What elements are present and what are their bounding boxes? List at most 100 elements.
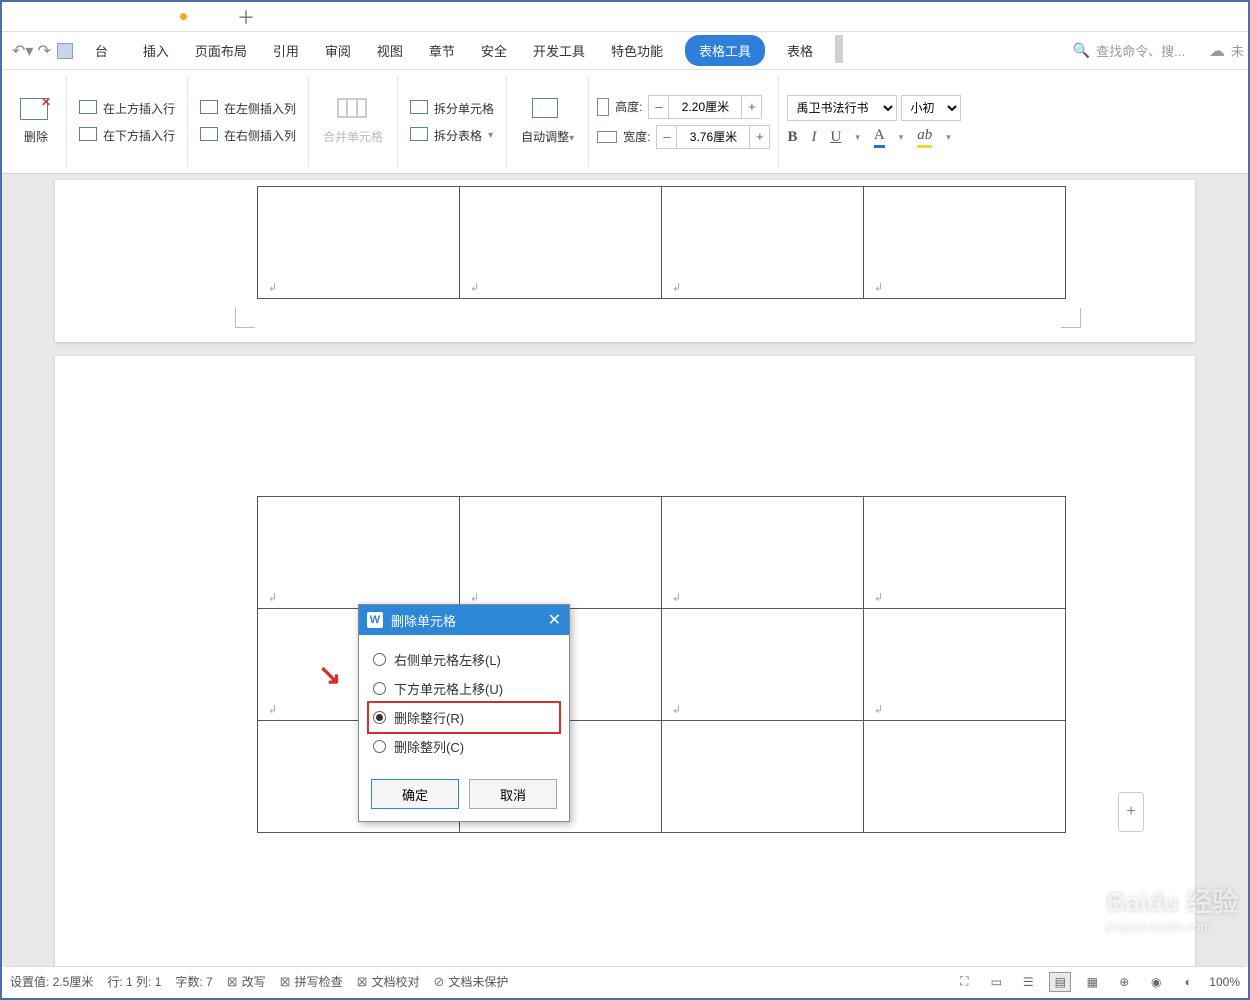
ribbon-group-dimensions: 高度: – + 宽度: – + xyxy=(589,76,779,167)
font-color-button[interactable]: A xyxy=(874,127,885,148)
split-table-button[interactable]: 拆分表格▾ xyxy=(406,125,498,146)
fullscreen-button[interactable]: ⛶ xyxy=(953,972,975,992)
delete-label: 删除 xyxy=(24,128,48,145)
ok-button[interactable]: 确定 xyxy=(371,779,459,809)
document-table-1[interactable]: ↲ ↲ ↲ ↲ xyxy=(257,186,1066,299)
height-decrease[interactable]: – xyxy=(649,96,669,118)
table-row[interactable]: ↲ ↲ ↲ ↲ xyxy=(258,187,1066,299)
table-cell[interactable] xyxy=(864,721,1066,833)
width-spinner[interactable]: – + xyxy=(656,125,770,149)
search-area[interactable]: 🔍 查找命令、搜... ☁ 未 xyxy=(1073,41,1244,61)
dialog-titlebar[interactable]: W 删除单元格 ✕ xyxy=(359,605,569,635)
insert-col-right-button[interactable]: 在右侧插入列 xyxy=(196,125,300,146)
bold-button[interactable]: B xyxy=(787,129,797,146)
height-input[interactable] xyxy=(669,100,741,114)
table-cell[interactable]: ↲ xyxy=(460,187,662,299)
delete-cells-dialog: W 删除单元格 ✕ 右侧单元格左移(L) 下方单元格上移(U) 删除整行(R) … xyxy=(358,604,570,822)
table-cell[interactable]: ↲ xyxy=(864,609,1066,721)
height-spinner[interactable]: – + xyxy=(648,95,762,119)
status-word-count[interactable]: 字数: 7 xyxy=(175,973,212,990)
dialog-title-text: 删除单元格 xyxy=(391,611,456,630)
status-row-col[interactable]: 行: 1 列: 1 xyxy=(107,973,161,990)
cloud-sync-icon[interactable]: ☁ xyxy=(1209,41,1225,61)
tab-insert[interactable]: 插入 xyxy=(139,35,173,66)
autofit-button[interactable]: 自动调整▾ xyxy=(515,94,580,149)
page-view-button[interactable]: ▤ xyxy=(1049,972,1071,992)
status-proofread[interactable]: ⊠文档校对 xyxy=(357,973,420,990)
table-cell[interactable]: ↲ xyxy=(662,187,864,299)
radio-delete-row[interactable]: 删除整行(R) xyxy=(367,701,561,734)
undo-button[interactable]: ↶▾ xyxy=(12,41,33,61)
radio-icon xyxy=(373,740,386,753)
table-cell[interactable]: ↲ xyxy=(864,187,1066,299)
zoom-level[interactable]: 100% xyxy=(1209,975,1240,989)
highlight-button[interactable]: ab xyxy=(917,127,932,148)
table-cell[interactable]: ↲ xyxy=(662,609,864,721)
ribbon-group-split: 拆分单元格 拆分表格▾ xyxy=(398,76,507,167)
tab-special[interactable]: 特色功能 xyxy=(607,35,667,66)
ribbon-group-font: 禹卫书法行书 小初 B I U▾ A▾ ab▾ xyxy=(779,76,969,167)
title-bar: ＋ xyxy=(2,2,1248,32)
annotation-arrow: ↘ xyxy=(318,658,341,691)
wps-icon: W xyxy=(367,612,383,628)
add-column-handle[interactable]: + xyxy=(1118,792,1144,832)
read-view-button[interactable]: ▭ xyxy=(985,972,1007,992)
italic-button[interactable]: I xyxy=(811,129,816,146)
status-position[interactable]: 设置值: 2.5厘米 xyxy=(10,973,93,990)
print-view-button[interactable]: ☰ xyxy=(1017,972,1039,992)
night-mode-button[interactable]: ◐ xyxy=(1177,972,1199,992)
split-cells-button[interactable]: 拆分单元格 xyxy=(406,98,498,119)
table-cell[interactable]: ↲ xyxy=(258,497,460,609)
close-button[interactable]: ✕ xyxy=(548,610,561,630)
underline-button[interactable]: U xyxy=(830,129,841,146)
radio-shift-left[interactable]: 右侧单元格左移(L) xyxy=(371,645,557,674)
tab-table-tools[interactable]: 表格工具 xyxy=(685,35,765,66)
status-spellcheck[interactable]: ⊠拼写检查 xyxy=(280,973,343,990)
tab-chapters[interactable]: 章节 xyxy=(425,35,459,66)
status-revise[interactable]: ⊠改写 xyxy=(227,973,266,990)
insert-row-above-button[interactable]: 在上方插入行 xyxy=(75,98,179,119)
tab-devtools[interactable]: 开发工具 xyxy=(529,35,589,66)
table-cell[interactable]: ↲ xyxy=(864,497,1066,609)
font-selectors: 禹卫书法行书 小初 xyxy=(787,95,961,121)
insert-row-below-button[interactable]: 在下方插入行 xyxy=(75,125,179,146)
height-increase[interactable]: + xyxy=(741,96,761,118)
cancel-button[interactable]: 取消 xyxy=(469,779,557,809)
quick-access-icon[interactable] xyxy=(57,43,73,59)
radio-shift-up[interactable]: 下方单元格上移(U) xyxy=(371,674,557,703)
outline-view-button[interactable]: ▦ xyxy=(1081,972,1103,992)
width-input[interactable] xyxy=(677,130,749,144)
tab-review[interactable]: 审阅 xyxy=(321,35,355,66)
redo-button[interactable]: ↷ xyxy=(37,41,50,61)
table-cell[interactable]: ↲ xyxy=(460,497,662,609)
new-tab-button[interactable]: ＋ xyxy=(237,4,255,30)
status-right-group: ⛶ ▭ ☰ ▤ ▦ ⊕ ◉ ◐ 100% xyxy=(953,972,1240,992)
radio-icon xyxy=(373,653,386,666)
tab-table-style[interactable]: 表格 xyxy=(783,35,817,66)
table-row[interactable]: ↲ ↲ ↲ ↲ xyxy=(258,497,1066,609)
table-cell[interactable]: ↲ xyxy=(662,497,864,609)
radio-delete-column[interactable]: 删除整列(C) xyxy=(371,732,557,761)
tab-view[interactable]: 视图 xyxy=(373,35,407,66)
table-cell[interactable]: ↲ xyxy=(258,187,460,299)
font-family-select[interactable]: 禹卫书法行书 xyxy=(787,95,897,121)
width-increase[interactable]: + xyxy=(749,126,769,148)
document-area[interactable]: ↲ ↲ ↲ ↲ ↲ ↲ ↲ ↲ ↲ ↲ ↲ ↲ xyxy=(2,174,1248,966)
row-height-control: 高度: – + xyxy=(597,95,770,119)
status-bar: 设置值: 2.5厘米 行: 1 列: 1 字数: 7 ⊠改写 ⊠拼写检查 ⊠文档… xyxy=(4,966,1246,996)
eye-protect-button[interactable]: ◉ xyxy=(1145,972,1167,992)
font-size-select[interactable]: 小初 xyxy=(901,95,961,121)
web-view-button[interactable]: ⊕ xyxy=(1113,972,1135,992)
tab-page-layout[interactable]: 页面布局 xyxy=(191,35,251,66)
status-protection[interactable]: ⊘文档未保护 xyxy=(434,973,509,990)
tab-overflow[interactable] xyxy=(835,35,843,63)
table-cell[interactable] xyxy=(662,721,864,833)
margin-corner-br xyxy=(1061,308,1081,328)
tab-references[interactable]: 引用 xyxy=(269,35,303,66)
tab-security[interactable]: 安全 xyxy=(477,35,511,66)
insert-col-left-button[interactable]: 在左侧插入列 xyxy=(196,98,300,119)
margin-corner-bl xyxy=(235,308,255,328)
width-decrease[interactable]: – xyxy=(657,126,677,148)
tab-start[interactable]: 台 xyxy=(91,35,121,66)
delete-button[interactable]: 删除 xyxy=(14,94,58,149)
